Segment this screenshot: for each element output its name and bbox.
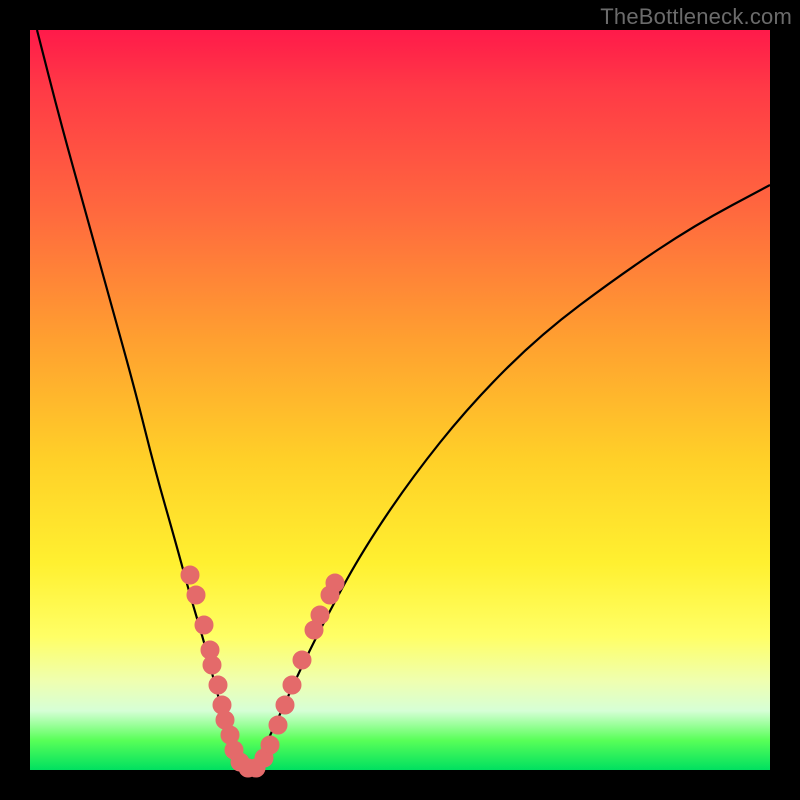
data-marker [209, 676, 227, 694]
data-marker [187, 586, 205, 604]
chart-svg [30, 30, 770, 770]
curve-right-branch [251, 185, 770, 770]
data-marker [181, 566, 199, 584]
data-marker [283, 676, 301, 694]
data-marker [326, 574, 344, 592]
data-marker [276, 696, 294, 714]
data-marker [311, 606, 329, 624]
data-marker [293, 651, 311, 669]
data-marker [261, 736, 279, 754]
chart-frame: TheBottleneck.com [0, 0, 800, 800]
plot-area [30, 30, 770, 770]
marker-group [181, 566, 344, 777]
data-marker [203, 656, 221, 674]
data-marker [195, 616, 213, 634]
data-marker [269, 716, 287, 734]
watermark-text: TheBottleneck.com [600, 4, 792, 30]
